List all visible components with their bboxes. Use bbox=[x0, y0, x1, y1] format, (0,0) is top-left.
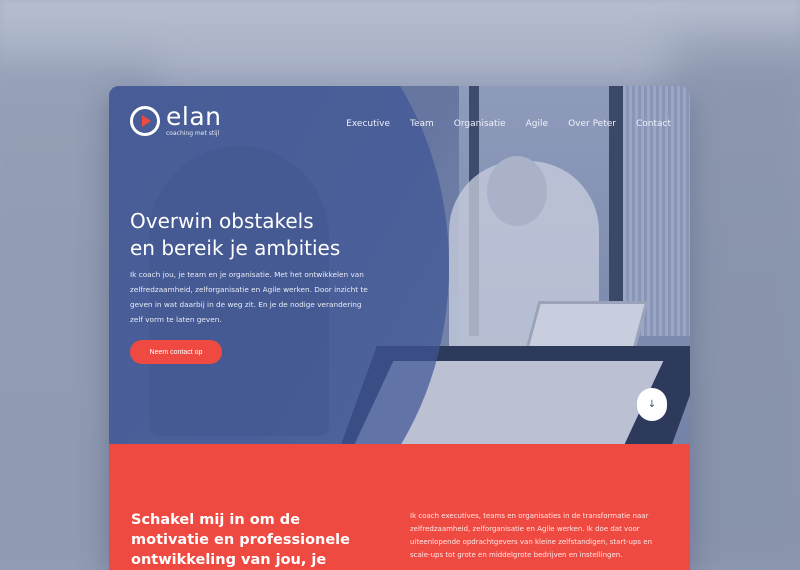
scroll-down-button[interactable]: ↓ bbox=[637, 388, 667, 421]
arrow-down-icon: ↓ bbox=[647, 399, 657, 410]
contact-button[interactable]: Neem contact op bbox=[130, 340, 222, 364]
intro-text: Ik coach executives, teams en organisati… bbox=[410, 512, 653, 559]
website-preview-card: elan coaching met stijl Executive Team O… bbox=[109, 86, 690, 570]
nav-item-agile[interactable]: Agile bbox=[526, 119, 548, 129]
site-header: elan coaching met stijl Executive Team O… bbox=[109, 86, 690, 156]
hero-title: Overwin obstakels en bereik je ambities bbox=[130, 208, 430, 262]
nav-item-team[interactable]: Team bbox=[410, 119, 434, 129]
intro-title: Schakel mij in om de motivatie en profes… bbox=[131, 512, 350, 568]
play-icon bbox=[130, 106, 160, 136]
hero-description: Ik coach jou, je team en je organisatie.… bbox=[130, 270, 368, 324]
nav-item-organisatie[interactable]: Organisatie bbox=[454, 119, 506, 129]
nav-item-contact[interactable]: Contact bbox=[636, 119, 671, 129]
brand-tagline: coaching met stijl bbox=[166, 130, 220, 137]
brand-name: elan bbox=[166, 102, 222, 131]
main-nav: Executive Team Organisatie Agile Over Pe… bbox=[326, 119, 671, 129]
nav-item-over-peter[interactable]: Over Peter bbox=[568, 119, 616, 129]
hero-section: elan coaching met stijl Executive Team O… bbox=[109, 86, 690, 444]
intro-section: Schakel mij in om de motivatie en profes… bbox=[109, 444, 690, 570]
brand-logo[interactable]: elan coaching met stijl bbox=[130, 102, 222, 137]
hero-title-line: en bereik je ambities bbox=[130, 236, 341, 260]
nav-item-executive[interactable]: Executive bbox=[346, 119, 390, 129]
hero-photo-person-head bbox=[487, 156, 547, 226]
hero-title-line: Overwin obstakels bbox=[130, 209, 314, 233]
